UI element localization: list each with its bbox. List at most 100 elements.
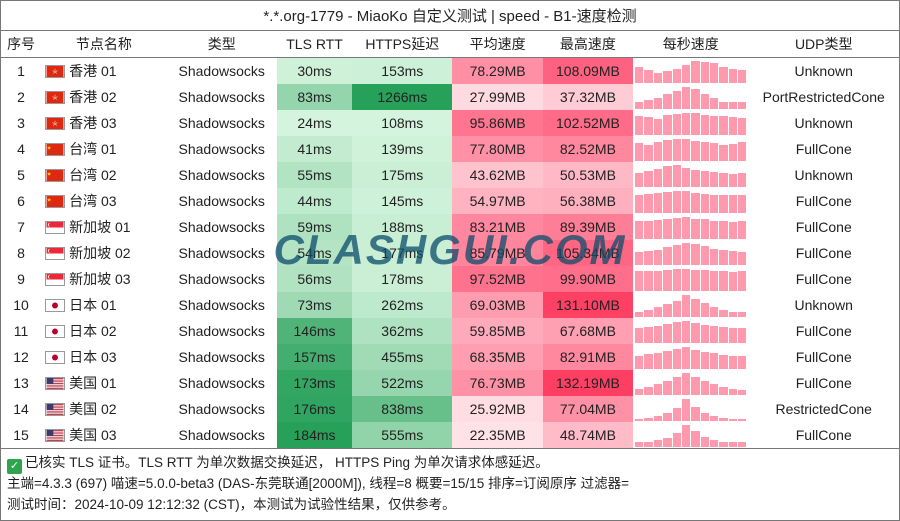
cell-type: Shadowsocks (167, 370, 277, 396)
table-row: 1香港 01Shadowsocks30ms153ms78.29MB108.09M… (1, 58, 899, 85)
col-idx: 序号 (1, 31, 41, 58)
cell-avg: 22.35MB (452, 422, 542, 448)
table-row: 13美国 01Shadowsocks173ms522ms76.73MB132.1… (1, 370, 899, 396)
cell-idx: 13 (1, 370, 41, 396)
cell-node: 香港 02 (41, 84, 166, 110)
cell-type: Shadowsocks (167, 214, 277, 240)
cell-avg: 83.21MB (452, 214, 542, 240)
cell-https: 188ms (352, 214, 452, 240)
cell-tls: 41ms (277, 136, 352, 162)
cell-tls: 83ms (277, 84, 352, 110)
cell-type: Shadowsocks (167, 240, 277, 266)
cell-https: 555ms (352, 422, 452, 448)
table-row: 10日本 01Shadowsocks73ms262ms69.03MB131.10… (1, 292, 899, 318)
cell-max: 82.52MB (543, 136, 633, 162)
cell-idx: 15 (1, 422, 41, 448)
cell-persec (633, 396, 748, 422)
table-row: 14美国 02Shadowsocks176ms838ms25.92MB77.04… (1, 396, 899, 422)
table-row: 12日本 03Shadowsocks157ms455ms68.35MB82.91… (1, 344, 899, 370)
footer-line1b: HTTPS Ping 为单次请求体感延迟。 (331, 455, 549, 470)
cell-node: 日本 02 (41, 318, 166, 344)
check-icon: ✓ (7, 459, 22, 474)
cell-udp: FullCone (748, 422, 899, 448)
cell-https: 108ms (352, 110, 452, 136)
cell-max: 102.52MB (543, 110, 633, 136)
cell-node: 香港 01 (41, 58, 166, 85)
flag-icon (45, 377, 65, 390)
table-row: 9新加坡 03Shadowsocks56ms178ms97.52MB99.90M… (1, 266, 899, 292)
cell-https: 178ms (352, 266, 452, 292)
cell-idx: 8 (1, 240, 41, 266)
cell-persec (633, 58, 748, 85)
cell-udp: PortRestrictedCone (748, 84, 899, 110)
cell-max: 99.90MB (543, 266, 633, 292)
cell-node: 新加坡 01 (41, 214, 166, 240)
cell-max: 132.19MB (543, 370, 633, 396)
cell-idx: 14 (1, 396, 41, 422)
table-row: 4台湾 01Shadowsocks41ms139ms77.80MB82.52MB… (1, 136, 899, 162)
col-node: 节点名称 (41, 31, 166, 58)
cell-max: 56.38MB (543, 188, 633, 214)
cell-udp: FullCone (748, 214, 899, 240)
cell-max: 105.34MB (543, 240, 633, 266)
cell-udp: FullCone (748, 136, 899, 162)
flag-icon (45, 65, 65, 78)
cell-https: 175ms (352, 162, 452, 188)
cell-node: 香港 03 (41, 110, 166, 136)
cell-udp: FullCone (748, 188, 899, 214)
speedtest-report: *.*.org-1779 - MiaoKo 自定义测试 | speed - B1… (0, 0, 900, 521)
cell-type: Shadowsocks (167, 422, 277, 448)
cell-node: 美国 01 (41, 370, 166, 396)
cell-node: 美国 02 (41, 396, 166, 422)
cell-persec (633, 422, 748, 448)
cell-max: 67.68MB (543, 318, 633, 344)
cell-node: 台湾 02 (41, 162, 166, 188)
cell-udp: FullCone (748, 266, 899, 292)
footer-line1a: 已核实 TLS 证书。TLS RTT 为单次数据交换延迟， (25, 455, 331, 470)
flag-icon (45, 91, 65, 104)
cell-persec (633, 240, 748, 266)
flag-icon (45, 299, 65, 312)
cell-idx: 10 (1, 292, 41, 318)
table-row: 7新加坡 01Shadowsocks59ms188ms83.21MB89.39M… (1, 214, 899, 240)
cell-tls: 44ms (277, 188, 352, 214)
cell-persec (633, 344, 748, 370)
cell-persec (633, 318, 748, 344)
cell-udp: Unknown (748, 292, 899, 318)
flag-icon (45, 247, 65, 260)
cell-tls: 184ms (277, 422, 352, 448)
cell-type: Shadowsocks (167, 318, 277, 344)
cell-persec (633, 214, 748, 240)
cell-udp: RestrictedCone (748, 396, 899, 422)
cell-https: 1266ms (352, 84, 452, 110)
col-avg: 平均速度 (452, 31, 542, 58)
table-row: 5台湾 02Shadowsocks55ms175ms43.62MB50.53MB… (1, 162, 899, 188)
table-row: 2香港 02Shadowsocks83ms1266ms27.99MB37.32M… (1, 84, 899, 110)
cell-idx: 5 (1, 162, 41, 188)
flag-icon (45, 325, 65, 338)
flag-icon (45, 169, 65, 182)
cell-avg: 76.73MB (452, 370, 542, 396)
table-row: 15美国 03Shadowsocks184ms555ms22.35MB48.74… (1, 422, 899, 448)
table-row: 6台湾 03Shadowsocks44ms145ms54.97MB56.38MB… (1, 188, 899, 214)
cell-type: Shadowsocks (167, 84, 277, 110)
cell-idx: 1 (1, 58, 41, 85)
cell-tls: 54ms (277, 240, 352, 266)
cell-avg: 85.79MB (452, 240, 542, 266)
cell-max: 82.91MB (543, 344, 633, 370)
cell-node: 新加坡 03 (41, 266, 166, 292)
cell-tls: 55ms (277, 162, 352, 188)
cell-persec (633, 292, 748, 318)
cell-idx: 6 (1, 188, 41, 214)
table-header: 序号 节点名称 类型 TLS RTT HTTPS延迟 平均速度 最高速度 每秒速… (1, 31, 899, 58)
footer-line3: 测试时间：2024-10-09 12:12:32 (CST)，本测试为试验性结果… (7, 495, 893, 516)
cell-https: 455ms (352, 344, 452, 370)
cell-persec (633, 84, 748, 110)
cell-max: 37.32MB (543, 84, 633, 110)
cell-max: 108.09MB (543, 58, 633, 85)
cell-udp: FullCone (748, 344, 899, 370)
report-footer: ✓已核实 TLS 证书。TLS RTT 为单次数据交换延迟， HTTPS Pin… (1, 448, 899, 520)
table-row: 8新加坡 02Shadowsocks54ms177ms85.79MB105.34… (1, 240, 899, 266)
cell-avg: 69.03MB (452, 292, 542, 318)
cell-tls: 146ms (277, 318, 352, 344)
